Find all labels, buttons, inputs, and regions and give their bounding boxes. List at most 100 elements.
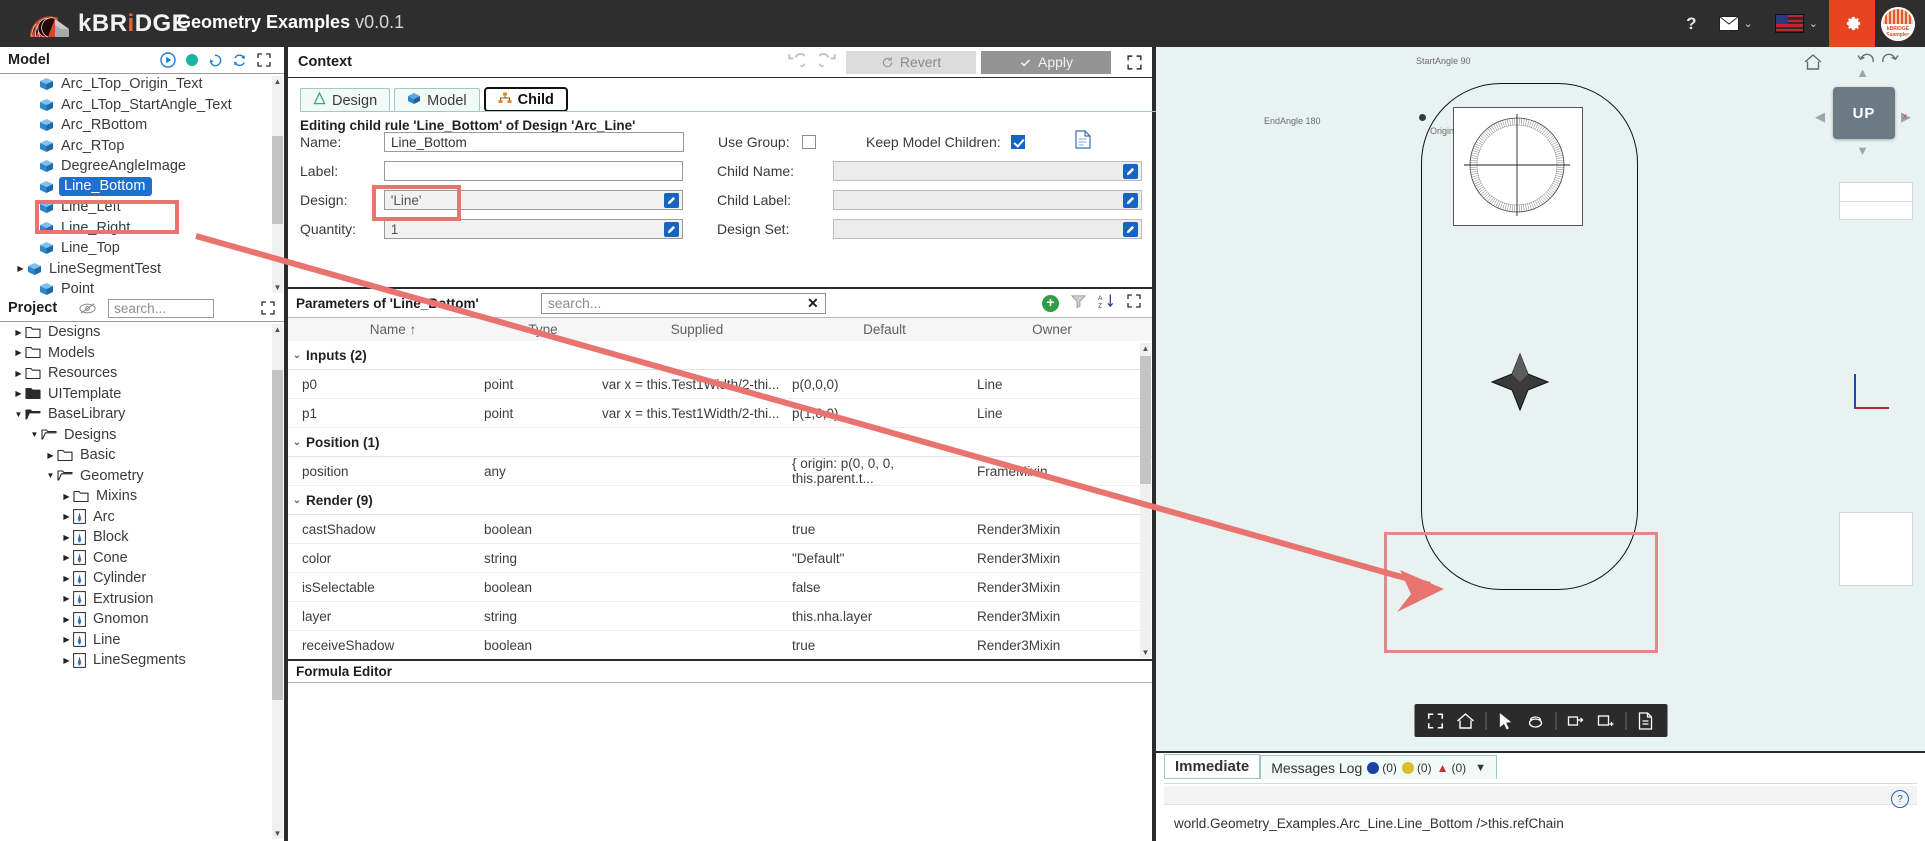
zoom-window-icon[interactable]	[1592, 707, 1619, 734]
column-owner[interactable]: Owner	[977, 322, 1127, 337]
parameters-group-row[interactable]: ⌄ Render (9)	[288, 486, 1152, 515]
parameters-table-body[interactable]: ⌄ Inputs (2) p0 point var x = this.Test1Widt…	[288, 341, 1152, 659]
tree-expand-arrow-icon[interactable]: ▶	[44, 451, 57, 460]
tab-design[interactable]: Design	[300, 88, 391, 112]
parameters-row[interactable]: layer string this.nha.layer Render3Mixin	[288, 602, 1152, 631]
project-tree-item[interactable]: ▶ Line	[0, 630, 284, 651]
expand-icon-parameters[interactable]	[1126, 293, 1142, 314]
tree-expand-arrow-icon[interactable]: ▼	[28, 430, 41, 439]
refresh-icon[interactable]	[232, 53, 247, 68]
sort-az-icon[interactable]: AZ	[1098, 293, 1115, 314]
edit-pencil-icon-design[interactable]	[664, 193, 680, 208]
child-label-input[interactable]	[832, 190, 1142, 210]
model-tree-scrollbar[interactable]: ▲ ▼	[272, 76, 283, 293]
model-tree-item[interactable]: Point	[0, 279, 284, 295]
model-tree[interactable]: Arc_LTop_Origin_Text Arc_LTop_StartAngle_…	[0, 74, 284, 295]
column-supplied[interactable]: Supplied	[602, 322, 792, 337]
parameters-row[interactable]: castShadow boolean true Render3Mixin	[288, 515, 1152, 544]
model-tree-item[interactable]: Arc_LTop_Origin_Text	[0, 74, 284, 95]
tree-expand-arrow-icon[interactable]: ▶	[60, 492, 73, 501]
tab-immediate[interactable]: Immediate	[1164, 754, 1261, 779]
parameters-search-input[interactable]: search... ✕	[540, 292, 826, 314]
chevron-down-icon-console[interactable]: ▼	[1475, 762, 1486, 774]
project-tree-item[interactable]: ▶ Arc	[0, 507, 284, 528]
snapshot-icon[interactable]	[1632, 707, 1659, 734]
viewport-widget-bottom[interactable]	[1839, 512, 1913, 586]
name-input[interactable]: Line_Bottom	[384, 132, 684, 152]
column-default[interactable]: Default	[792, 322, 977, 337]
parameters-row[interactable]: p1 point var x = this.Test1Width/2-thi... p…	[288, 399, 1152, 428]
tree-expand-arrow-icon[interactable]: ▶	[60, 656, 73, 665]
add-icon[interactable]: +	[1042, 294, 1059, 312]
tree-expand-arrow-icon[interactable]: ▶	[12, 348, 25, 357]
column-type[interactable]: Type	[484, 322, 602, 337]
project-tree-item[interactable]: ▶ Models	[0, 343, 284, 364]
edit-pencil-icon-child-label[interactable]	[1123, 193, 1138, 208]
project-tree-item[interactable]: ▶ Mixins	[0, 486, 284, 507]
pan-icon[interactable]	[1562, 707, 1589, 734]
model-tree-item[interactable]: Line_Top	[0, 238, 284, 259]
redo-view-icon[interactable]	[1882, 52, 1900, 73]
tab-messages-log[interactable]: Messages Log (0) (0) ▲ (0) ▼	[1260, 755, 1498, 779]
scroll-down-icon[interactable]: ▼	[272, 282, 283, 293]
project-tree-scrollbar[interactable]: ▲ ▼	[272, 324, 283, 839]
project-tree-item[interactable]: ▼ Designs	[0, 425, 284, 446]
gear-icon[interactable]	[1829, 0, 1875, 47]
tree-expand-arrow-icon[interactable]: ▶	[60, 533, 73, 542]
mail-icon[interactable]: ⌄	[1718, 16, 1753, 31]
redo-icon[interactable]	[812, 47, 846, 77]
nav-arrow-down-icon[interactable]: ▼	[1856, 143, 1869, 158]
model-tree-item[interactable]: Arc_LTop_StartAngle_Text	[0, 95, 284, 116]
project-tree-item[interactable]: ▶ Cone	[0, 548, 284, 569]
model-tree-item[interactable]: Line_Left	[0, 197, 284, 218]
formula-editor-area[interactable]	[288, 683, 1152, 841]
model-tree-item[interactable]: ▶ LineSegmentTest	[0, 259, 284, 280]
home-icon-toolbar[interactable]	[1452, 707, 1479, 734]
tree-expand-arrow-icon[interactable]: ▶	[14, 264, 27, 273]
edit-pencil-icon-quantity[interactable]	[664, 222, 680, 237]
params-scroll-down-icon[interactable]: ▼	[1140, 647, 1151, 658]
tree-expand-arrow-icon[interactable]: ▼	[44, 471, 57, 480]
project-tree-item[interactable]: ▶ Resources	[0, 363, 284, 384]
play-icon[interactable]	[160, 52, 176, 68]
fit-icon[interactable]	[1422, 707, 1449, 734]
column-name[interactable]: Name ↑	[288, 322, 484, 337]
params-scroll-up-icon[interactable]: ▲	[1140, 343, 1151, 354]
project-tree-item[interactable]: ▶ Cylinder	[0, 568, 284, 589]
child-name-input[interactable]	[832, 161, 1142, 181]
undo-icon[interactable]	[778, 47, 812, 77]
record-icon[interactable]	[185, 53, 199, 67]
select-arrow-icon[interactable]	[1492, 707, 1519, 734]
parameters-row[interactable]: color string "Default" Render3Mixin	[288, 544, 1152, 573]
expand-icon-context[interactable]	[1116, 47, 1152, 77]
revert-button[interactable]: Revert	[846, 50, 976, 74]
tab-model[interactable]: Model	[394, 88, 480, 112]
project-tree-item[interactable]: ▶ Designs	[0, 322, 284, 343]
viewport-3d[interactable]: StartAngle 90 EndAngle 180 Origin UP ◀ ▶…	[1156, 47, 1925, 751]
navigation-cube[interactable]: UP	[1833, 87, 1895, 139]
tree-expand-arrow-icon[interactable]: ▶	[12, 328, 25, 337]
model-tree-item[interactable]: Line_Right	[0, 218, 284, 239]
keep-model-children-checkbox[interactable]	[1010, 135, 1025, 149]
tree-expand-arrow-icon[interactable]: ▶	[60, 512, 73, 521]
project-tree-item[interactable]: ▶ Extrusion	[0, 589, 284, 610]
move-gizmo-icon[interactable]	[1490, 352, 1550, 417]
tree-expand-arrow-icon[interactable]: ▶	[12, 389, 25, 398]
tab-child[interactable]: Child	[483, 87, 568, 112]
design-set-input[interactable]	[832, 219, 1142, 239]
expand-icon[interactable]	[256, 52, 272, 68]
label-input[interactable]	[383, 161, 684, 181]
parameters-row[interactable]: receiveShadow boolean true Render3Mixin	[288, 631, 1152, 659]
tree-expand-arrow-icon[interactable]: ▶	[60, 553, 73, 562]
scroll-up-icon[interactable]: ▲	[272, 76, 283, 87]
tree-expand-arrow-icon[interactable]: ▶	[60, 635, 73, 644]
parameters-group-row[interactable]: ⌄ Position (1)	[288, 428, 1152, 457]
language-flag-icon[interactable]: ⌄	[1774, 14, 1818, 33]
scroll-down-icon-project[interactable]: ▼	[272, 828, 283, 839]
project-tree-item[interactable]: ▶ LineSegments	[0, 650, 284, 671]
parameters-group-row[interactable]: ⌄ Inputs (2)	[288, 341, 1152, 370]
parameters-row[interactable]: position any { origin: p(0, 0, 0, this.par…	[288, 456, 1152, 486]
nav-arrow-up-icon[interactable]: ▲	[1856, 65, 1869, 80]
project-tree-item[interactable]: ▶ Basic	[0, 445, 284, 466]
nav-arrow-left-icon[interactable]: ◀	[1815, 109, 1825, 125]
